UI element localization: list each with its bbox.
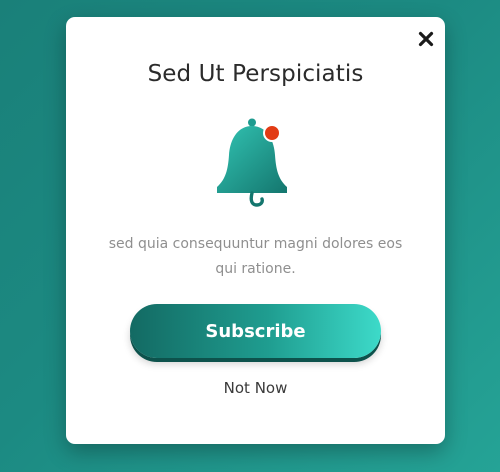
dialog-description: sed quia consequuntur magni dolores eos … (108, 236, 403, 277)
subscribe-button[interactable]: Subscribe (130, 304, 381, 358)
close-button[interactable] (417, 30, 435, 48)
dialog-title: Sed Ut Perspiciatis (147, 61, 364, 87)
close-icon (418, 31, 434, 47)
not-now-link[interactable]: Not Now (66, 379, 445, 397)
subscribe-dialog: Sed Ut Perspiciatis sed quia consequuntu… (66, 17, 445, 444)
bell-notification-icon (214, 117, 290, 209)
page-background: { "dialog": { "close_icon": "close-icon"… (0, 0, 500, 472)
